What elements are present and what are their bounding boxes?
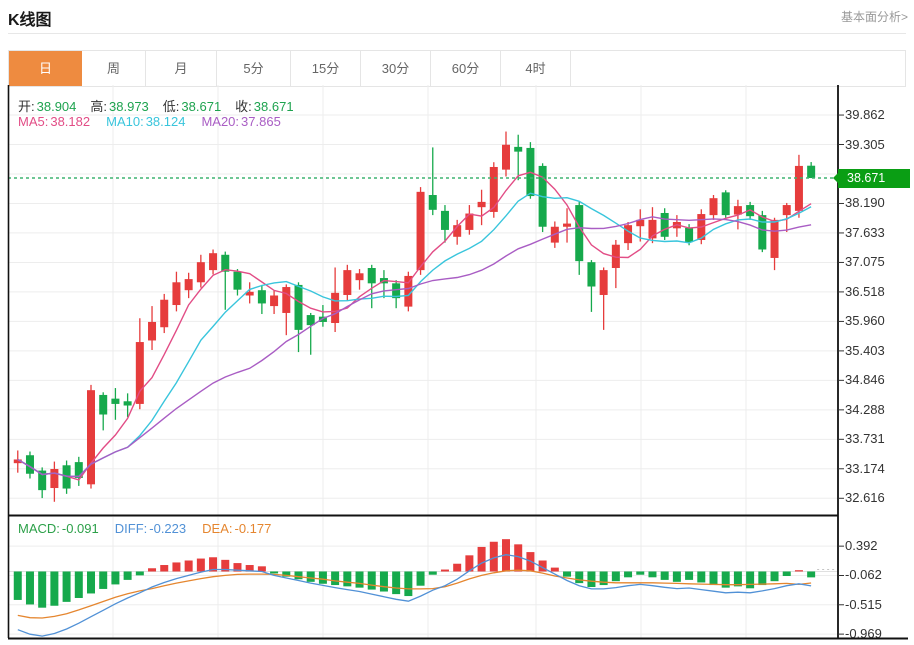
legend-item: 开:38.904 <box>18 96 76 115</box>
y-axis-tick-label: 35.960 <box>845 314 885 328</box>
legend-item: DIFF:-0.223 <box>115 521 186 536</box>
legend-item: 高:38.973 <box>90 96 148 115</box>
legend-item: MA10:38.124 <box>106 114 185 129</box>
legend-item: 低:38.671 <box>163 96 221 115</box>
legend-value: 38.671 <box>254 99 294 114</box>
y-axis-tick-label: -0.515 <box>845 598 882 612</box>
chart-gridlines <box>8 85 838 638</box>
legend-item: MACD:-0.091 <box>18 521 99 536</box>
current-price-value: 38.671 <box>847 171 885 185</box>
y-axis-tick-label: 33.731 <box>845 432 885 446</box>
legend-label: MA20: <box>201 114 239 129</box>
y-axis-tick-label: 34.288 <box>845 403 885 417</box>
legend-value: 38.182 <box>50 114 90 129</box>
legend-label: MACD: <box>18 521 60 536</box>
legend-label: 低: <box>163 99 180 114</box>
y-axis-tick-label: 33.174 <box>845 462 885 476</box>
y-axis-tick-label: 36.518 <box>845 285 885 299</box>
legend-value: -0.091 <box>62 521 99 536</box>
legend-value: 38.904 <box>37 99 77 114</box>
y-axis-tick-label: 38.190 <box>845 196 885 210</box>
legend-value: 38.124 <box>146 114 186 129</box>
y-axis-tick-label: 39.862 <box>845 108 885 122</box>
legend-value: 38.973 <box>109 99 149 114</box>
legend-item: DEA:-0.177 <box>202 521 271 536</box>
ma5-line <box>18 172 811 480</box>
ohlc-legend: 开:38.904高:38.973低:38.671收:38.671 <box>18 96 294 115</box>
ma-legend: MA5:38.182 MA10:38.124 MA20:37.865 <box>18 114 281 129</box>
y-axis-tick-label: -0.062 <box>845 568 882 582</box>
main-candlestick-pane[interactable] <box>8 132 838 502</box>
legend-label: MA10: <box>106 114 144 129</box>
macd-pane[interactable] <box>14 539 837 636</box>
legend-label: 开: <box>18 99 35 114</box>
y-axis-tick-label: 0.392 <box>845 539 878 553</box>
y-axis-tick-label: 37.075 <box>845 255 885 269</box>
legend-label: MA5: <box>18 114 48 129</box>
y-axis-tick-label: 34.846 <box>845 373 885 387</box>
legend-value: -0.223 <box>149 521 186 536</box>
legend-item: MA20:37.865 <box>201 114 280 129</box>
legend-value: 38.671 <box>181 99 221 114</box>
legend-label: 收: <box>235 99 252 114</box>
y-axis-tick-label: 35.403 <box>845 344 885 358</box>
y-axis-tick-label: 32.616 <box>845 491 885 505</box>
legend-item: MA5:38.182 <box>18 114 90 129</box>
current-price-badge: 38.671 <box>838 169 910 188</box>
diff-line <box>18 555 811 636</box>
legend-value: 37.865 <box>241 114 281 129</box>
y-axis-tick-label: 39.305 <box>845 138 885 152</box>
legend-label: DIFF: <box>115 521 148 536</box>
legend-label: 高: <box>90 99 107 114</box>
y-axis-tick-label: 37.633 <box>845 226 885 240</box>
legend-value: -0.177 <box>234 521 271 536</box>
legend-label: DEA: <box>202 521 232 536</box>
y-axis-tick-label: -0.969 <box>845 627 882 641</box>
macd-legend: MACD:-0.091 DIFF:-0.223 DEA:-0.177 <box>18 521 271 536</box>
legend-item: 收:38.671 <box>235 96 293 115</box>
